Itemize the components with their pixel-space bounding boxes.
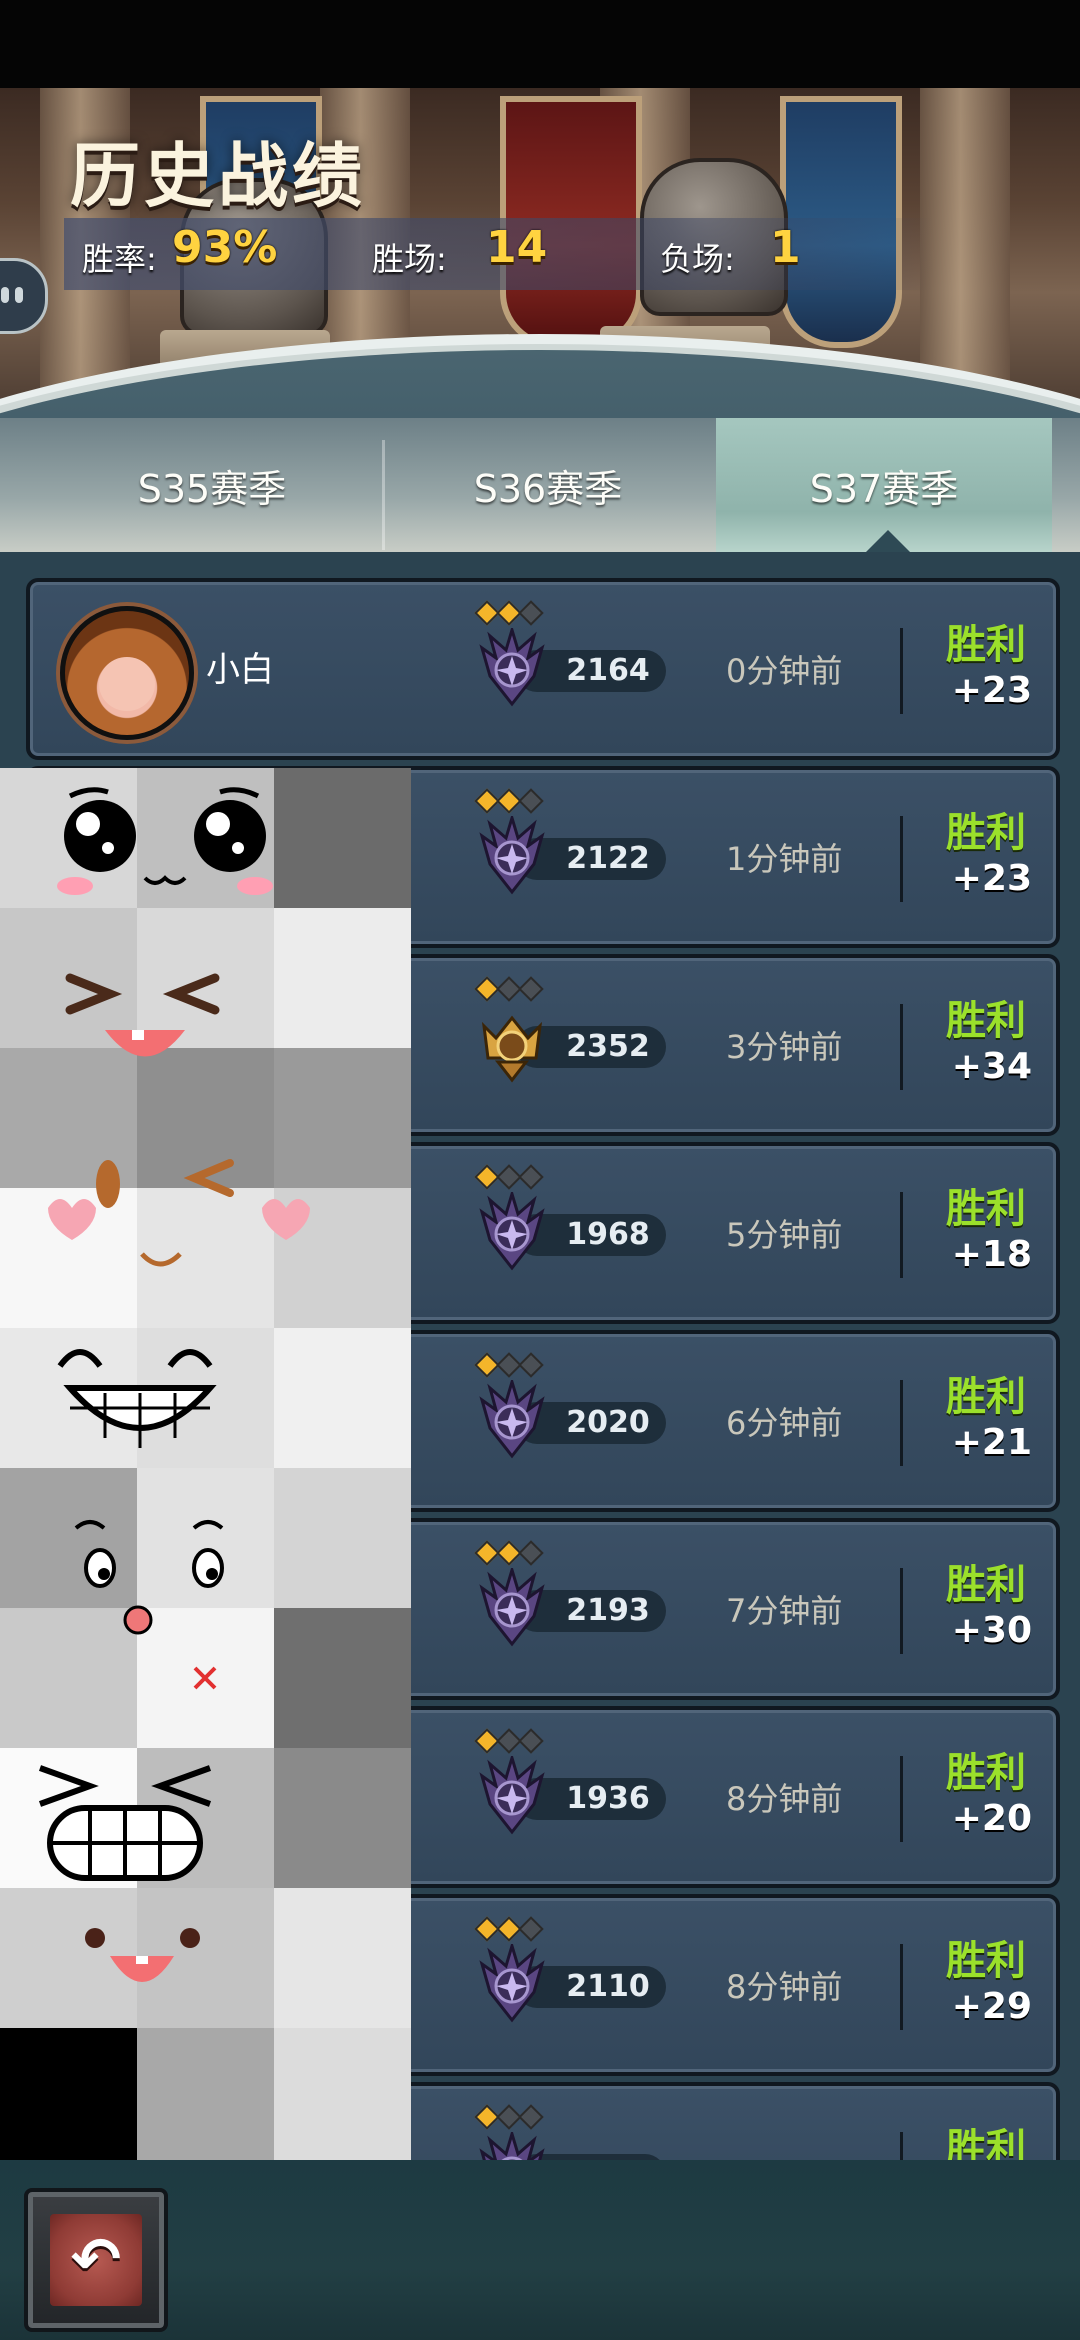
match-time: 0分钟前 (726, 652, 843, 690)
score-change: +34 (951, 1046, 1032, 1087)
match-time: 5分钟前 (726, 1216, 843, 1254)
match-result: 胜利 (946, 1938, 1026, 1984)
match-result: 胜利 (946, 622, 1026, 668)
losses-label: 负场: (660, 240, 735, 278)
star-icon (518, 1540, 544, 1566)
avatar[interactable] (60, 606, 194, 740)
star-icon (518, 976, 544, 1002)
win-rate-label: 胜率: (82, 240, 157, 278)
match-record-card[interactable]: 小白 2164 0分钟前 胜利 +23 (26, 578, 1060, 760)
match-result: 胜利 (946, 1374, 1026, 1420)
star-icon (518, 1164, 544, 1190)
card-divider (900, 1944, 903, 2030)
score-change: +21 (951, 1422, 1032, 1463)
match-time: 6分钟前 (726, 1404, 843, 1442)
match-time: 7分钟前 (726, 1592, 843, 1630)
losses-value: 1 (770, 222, 801, 273)
rank-score: 2110 (566, 1969, 650, 2004)
match-time: 1分钟前 (726, 840, 843, 878)
star-icon (518, 1728, 544, 1754)
rank-score: 2122 (566, 841, 650, 876)
match-result: 胜利 (946, 1562, 1026, 1608)
face-stickers-icon (0, 768, 411, 2160)
card-divider (900, 816, 903, 902)
card-divider (900, 1192, 903, 1278)
score-change: +23 (951, 670, 1032, 711)
tab-mark-icon (15, 287, 23, 303)
star-icon (518, 1916, 544, 1942)
score-change: +30 (951, 1610, 1032, 1651)
match-history-list[interactable]: 小白 2164 0分钟前 胜利 +23 2122 1分钟前 胜利 +23 2352 3分钟前 胜利 +3… (0, 552, 1080, 2160)
tab-mark-icon (1, 287, 9, 303)
player-name: 小白 (206, 650, 274, 690)
tab-s35[interactable]: S35赛季 (44, 418, 380, 552)
match-time: 8分钟前 (726, 1968, 843, 2006)
rank-score: 1936 (566, 1781, 650, 1816)
back-button[interactable]: ↶ (24, 2188, 168, 2332)
tab-s36[interactable]: S36赛季 (380, 418, 716, 552)
rank-score: 2020 (566, 1405, 650, 1440)
status-bar (0, 0, 1080, 88)
card-divider (900, 1568, 903, 1654)
score-change: +29 (951, 1986, 1032, 2027)
star-icon (518, 1352, 544, 1378)
wins-value: 14 (486, 222, 548, 273)
star-icon (518, 788, 544, 814)
star-icon (518, 2104, 544, 2130)
match-result: 胜利 (946, 2126, 1026, 2160)
rank-score: 2164 (566, 653, 650, 688)
footer-bar: ↶ (0, 2160, 1080, 2340)
rank-score: 2193 (566, 1593, 650, 1628)
match-result: 胜利 (946, 998, 1026, 1044)
match-time: 8分钟前 (726, 1780, 843, 1818)
score-change: +18 (951, 1234, 1032, 1275)
card-divider (900, 1004, 903, 1090)
star-icon (518, 600, 544, 626)
match-result: 胜利 (946, 1750, 1026, 1796)
win-rate-value: 93% (172, 222, 278, 273)
card-divider (900, 1756, 903, 1842)
sticker-overlay (0, 768, 411, 2160)
rank-score: 1968 (566, 1217, 650, 1252)
card-divider (900, 2132, 903, 2160)
match-result: 胜利 (946, 1186, 1026, 1232)
avatar-face (99, 657, 155, 711)
card-divider (900, 628, 903, 714)
score-change: +20 (951, 1798, 1032, 1839)
wins-label: 胜场: (372, 240, 447, 278)
return-arrow-icon: ↶ (50, 2214, 142, 2306)
match-time: 3分钟前 (726, 1028, 843, 1066)
score-change: +23 (951, 858, 1032, 899)
page-title: 历史战绩 (70, 135, 366, 217)
rank-score: 2352 (566, 1029, 650, 1064)
card-divider (900, 1380, 903, 1466)
match-result: 胜利 (946, 810, 1026, 856)
active-tab-pointer-icon (866, 530, 910, 552)
